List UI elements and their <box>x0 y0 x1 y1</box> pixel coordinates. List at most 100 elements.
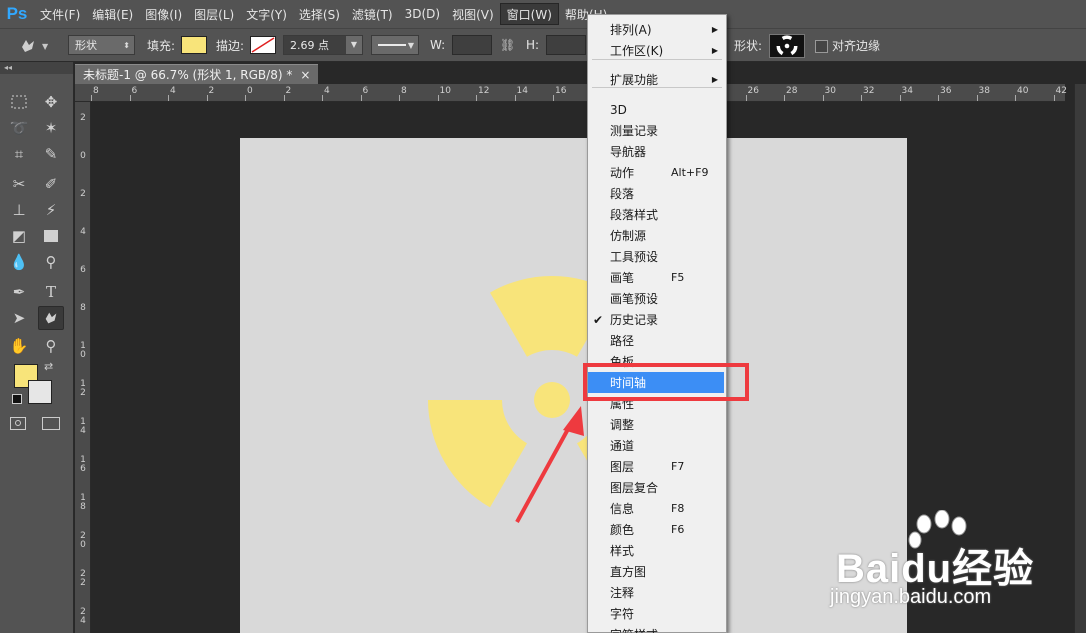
close-icon[interactable]: × <box>300 68 310 82</box>
window-menu-item[interactable]: 字符样式 <box>588 624 726 633</box>
window-menu-item[interactable]: 工具预设 <box>588 246 726 267</box>
menu-item-label: 导航器 <box>610 145 647 159</box>
menu-item-label: 扩展功能 <box>610 73 659 87</box>
stroke-swatch[interactable] <box>250 36 278 56</box>
window-menu-item[interactable]: 3D <box>588 99 726 120</box>
type-tool-icon[interactable]: T <box>38 280 64 304</box>
blur-tool-icon[interactable]: 💧 <box>6 250 32 274</box>
height-input[interactable] <box>546 35 586 55</box>
window-menu-item[interactable]: 画笔预设 <box>588 288 726 309</box>
crop-tool-icon[interactable]: ⌗ <box>6 142 32 166</box>
window-menu-item[interactable]: 调整 <box>588 414 726 435</box>
window-menu-item[interactable]: 信息 F8 <box>588 498 726 519</box>
window-menu-item[interactable]: 直方图 <box>588 561 726 582</box>
window-menu-item[interactable]: 动作 Alt+F9 <box>588 162 726 183</box>
window-menu-item[interactable]: 工作区(K) ▶ <box>588 40 726 61</box>
window-menu-item[interactable]: 历史记录 ✔ <box>588 309 726 330</box>
canvas[interactable] <box>240 138 907 633</box>
window-menu-item[interactable]: 图层 F7 <box>588 456 726 477</box>
menu-window[interactable]: 窗口(W) <box>499 3 559 25</box>
options-bar: ▼ 形状 ⬍ 填充: 描边: 2.69 点 ▼ ▼ W: ⛓ H: 形状: 对齐… <box>0 28 1086 62</box>
window-menu-item[interactable]: 样式 <box>588 540 726 561</box>
dodge-tool-icon[interactable]: ⚲ <box>38 250 64 274</box>
window-menu-item[interactable]: 仿制源 <box>588 225 726 246</box>
history-brush-tool-icon[interactable]: ⚡ <box>38 198 64 222</box>
window-menu-item[interactable]: 字符 <box>588 603 726 624</box>
magic-wand-tool-icon[interactable]: ✶ <box>38 116 64 140</box>
ruler-tick-label: 34 <box>901 86 913 96</box>
stroke-type-select[interactable]: ▼ <box>371 35 419 55</box>
window-menu-item[interactable]: 段落 <box>588 183 726 204</box>
eyedropper-tool-icon[interactable]: ✎ <box>38 142 64 166</box>
window-menu-item[interactable]: 测量记录 <box>588 120 726 141</box>
align-edges-checkbox[interactable] <box>815 40 828 53</box>
document-tab[interactable]: 未标题-1 @ 66.7% (形状 1, RGB/8) * × <box>75 64 319 84</box>
window-menu-item[interactable]: 段落样式 <box>588 204 726 225</box>
path-selection-tool-icon[interactable]: ➤ <box>6 306 32 330</box>
tool-mode-select[interactable]: 形状 ⬍ <box>68 35 135 55</box>
menu-item-label: 工具预设 <box>610 250 659 264</box>
hand-tool-icon[interactable]: ✋ <box>6 334 32 358</box>
window-menu-dropdown: 排列(A) ▶ 工作区(K) ▶ 扩展功能 ▶ 3D 测量记录 导航器 动作 Alt+F9 段落 段落样… <box>587 14 727 633</box>
menu-edit[interactable]: 编辑(E) <box>86 0 139 28</box>
height-label: H: <box>526 38 540 52</box>
menu-layer[interactable]: 图层(L) <box>188 0 240 28</box>
window-menu-item[interactable]: 图层复合 <box>588 477 726 498</box>
pen-tool-icon[interactable]: ✒ <box>6 280 32 304</box>
lasso-tool-icon[interactable]: ➰ <box>6 116 32 140</box>
width-input[interactable] <box>452 35 492 55</box>
window-menu-item[interactable]: 导航器 <box>588 141 726 162</box>
ruler-tick-label: 18 <box>80 493 86 512</box>
menu-item-label: 工作区(K) <box>610 44 664 58</box>
menu-3d[interactable]: 3D(D) <box>399 0 446 28</box>
menu-image[interactable]: 图像(I) <box>139 0 188 28</box>
tool-preset-picker[interactable]: ▼ <box>18 35 58 57</box>
default-colors-icon[interactable] <box>12 394 22 404</box>
window-menu-item[interactable]: 注释 <box>588 582 726 603</box>
healing-brush-tool-icon[interactable]: ✂ <box>6 172 32 196</box>
quick-mask-icon[interactable] <box>10 417 26 430</box>
screen-mode-icon[interactable] <box>42 417 60 430</box>
menu-item-shortcut: F5 <box>671 271 685 284</box>
stamp-tool-icon[interactable]: ⊥ <box>6 198 32 222</box>
fill-swatch[interactable] <box>181 36 209 56</box>
menu-item-label: 样式 <box>610 544 635 558</box>
zoom-tool-icon[interactable]: ⚲ <box>38 334 64 358</box>
marquee-tool-icon[interactable] <box>6 90 32 114</box>
window-menu-item[interactable]: 排列(A) ▶ <box>588 19 726 40</box>
ruler-tick-label: 30 <box>824 86 836 96</box>
ruler-tick <box>322 95 323 101</box>
gradient-tool-icon[interactable] <box>38 224 64 248</box>
ruler-tick <box>822 95 824 101</box>
move-tool-icon[interactable]: ✥ <box>38 90 64 114</box>
brush-tool-icon[interactable]: ✐ <box>38 172 64 196</box>
ruler-tick-label: 10 <box>439 86 451 96</box>
link-icon[interactable]: ⛓ <box>500 38 515 52</box>
collapse-icon[interactable]: ◂◂ <box>0 62 73 74</box>
window-menu-item[interactable]: 画笔 F5 <box>588 267 726 288</box>
menu-file[interactable]: 文件(F) <box>34 0 86 28</box>
menu-filter[interactable]: 滤镜(T) <box>346 0 399 28</box>
ruler-tick-label: 4 <box>324 86 330 96</box>
custom-shape-tool-icon[interactable] <box>38 306 64 330</box>
ruler-tick <box>784 95 785 101</box>
menu-type[interactable]: 文字(Y) <box>240 0 293 28</box>
ruler-tick <box>1015 95 1016 101</box>
ruler-tick-label: 38 <box>978 86 990 96</box>
menu-select[interactable]: 选择(S) <box>293 0 346 28</box>
vertical-ruler: 2024681012141618202224 <box>75 102 91 633</box>
ruler-tick <box>861 95 862 101</box>
menu-view[interactable]: 视图(V) <box>446 0 500 28</box>
background-color-swatch[interactable] <box>28 380 52 404</box>
swap-colors-icon[interactable]: ⇄ <box>44 360 53 373</box>
shape-label: 形状: <box>734 38 763 53</box>
window-menu-item[interactable]: 路径 <box>588 330 726 351</box>
shape-picker[interactable] <box>769 34 805 58</box>
eraser-tool-icon[interactable]: ◩ <box>6 224 32 248</box>
window-menu-item[interactable]: 通道 <box>588 435 726 456</box>
checkmark-icon: ✔ <box>593 312 604 327</box>
ruler-tick-label: 2 <box>80 113 86 123</box>
stroke-width-input[interactable]: 2.69 点 ▼ <box>283 35 363 55</box>
window-menu-item[interactable]: 颜色 F6 <box>588 519 726 540</box>
menu-item-label: 画笔 <box>610 271 635 285</box>
